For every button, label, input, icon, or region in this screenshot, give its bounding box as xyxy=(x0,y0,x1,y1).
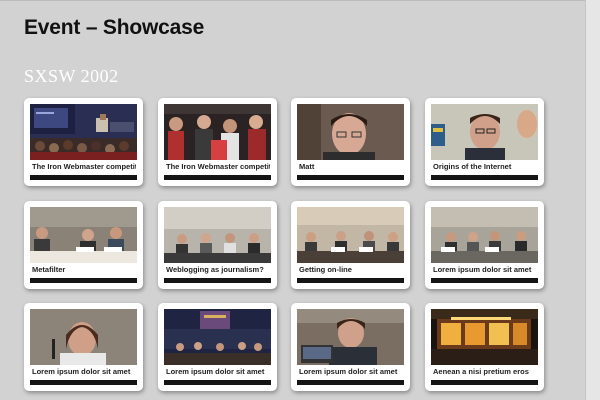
night-street-photo xyxy=(431,309,538,365)
gallery-caption: Lorem ipsum dolor sit amet xyxy=(433,265,532,274)
panel-photo xyxy=(297,207,404,263)
stage-panel-photo xyxy=(164,309,271,365)
gallery-caption: Aenean a nisi pretium eros xyxy=(433,367,529,376)
gallery-item[interactable]: Origins of the Internet xyxy=(425,98,544,186)
gallery-item[interactable]: Aenean a nisi pretium eros xyxy=(425,303,544,391)
thumbnail xyxy=(30,309,137,365)
caption-bar xyxy=(164,175,271,180)
caption-bar xyxy=(297,278,404,283)
caption-bar xyxy=(30,380,137,385)
caption-bar xyxy=(30,278,137,283)
crowd-photo xyxy=(164,104,271,160)
thumbnail xyxy=(297,309,404,365)
gallery-item[interactable]: The Iron Webmaster competition xyxy=(24,98,143,186)
gallery-item[interactable]: Lorem ipsum dolor sit amet xyxy=(158,303,277,391)
gallery-item[interactable]: Getting on-line xyxy=(291,201,410,289)
caption-bar xyxy=(431,380,538,385)
gallery-caption: The Iron Webmaster competition xyxy=(32,162,136,171)
gallery-caption: Metafilter xyxy=(32,265,66,274)
gallery-caption: Lorem ipsum dolor sit amet xyxy=(32,367,131,376)
caption-bar xyxy=(297,175,404,180)
window-scrollbar[interactable] xyxy=(585,0,600,400)
speaker-photo xyxy=(30,309,137,365)
gallery-item[interactable]: Lorem ipsum dolor sit amet xyxy=(291,303,410,391)
caption-bar xyxy=(164,278,271,283)
stage-presentation-photo xyxy=(30,104,137,160)
panel-photo xyxy=(30,207,137,263)
caption-bar xyxy=(431,278,538,283)
portrait-photo xyxy=(297,104,404,160)
gallery-caption: The Iron Webmaster competition xyxy=(166,162,270,171)
thumbnail xyxy=(297,207,404,263)
gallery-caption: Matt xyxy=(299,162,315,171)
caption-bar xyxy=(30,175,137,180)
gallery-caption: Getting on-line xyxy=(299,265,352,274)
thumbnail xyxy=(297,104,404,160)
panel-photo xyxy=(164,207,271,263)
laptop-user-photo xyxy=(297,309,404,365)
thumbnail xyxy=(30,207,137,263)
thumbnail xyxy=(431,207,538,263)
page-title: Event – Showcase xyxy=(24,16,205,39)
panel-photo xyxy=(431,207,538,263)
thumbnail xyxy=(431,104,538,160)
section-title: SXSW 2002 xyxy=(24,66,119,86)
gallery-item[interactable]: The Iron Webmaster competition xyxy=(158,98,277,186)
gallery-item[interactable]: Lorem ipsum dolor sit amet xyxy=(425,201,544,289)
speaker-photo xyxy=(431,104,538,160)
top-divider xyxy=(0,0,586,1)
gallery-caption: Lorem ipsum dolor sit amet xyxy=(166,367,265,376)
gallery-caption: Lorem ipsum dolor sit amet xyxy=(299,367,398,376)
gallery-item[interactable]: Metafilter xyxy=(24,201,143,289)
caption-bar xyxy=(297,380,404,385)
gallery-caption: Weblogging as journalism? xyxy=(166,265,264,274)
gallery-item[interactable]: Weblogging as journalism? xyxy=(158,201,277,289)
caption-bar xyxy=(431,175,538,180)
photo-gallery: The Iron Webmaster competition The Iron … xyxy=(24,98,554,400)
thumbnail xyxy=(164,207,271,263)
thumbnail xyxy=(30,104,137,160)
thumbnail xyxy=(164,104,271,160)
thumbnail xyxy=(431,309,538,365)
thumbnail xyxy=(164,309,271,365)
gallery-item[interactable]: Matt xyxy=(291,98,410,186)
gallery-item[interactable]: Lorem ipsum dolor sit amet xyxy=(24,303,143,391)
caption-bar xyxy=(164,380,271,385)
gallery-caption: Origins of the Internet xyxy=(433,162,512,171)
